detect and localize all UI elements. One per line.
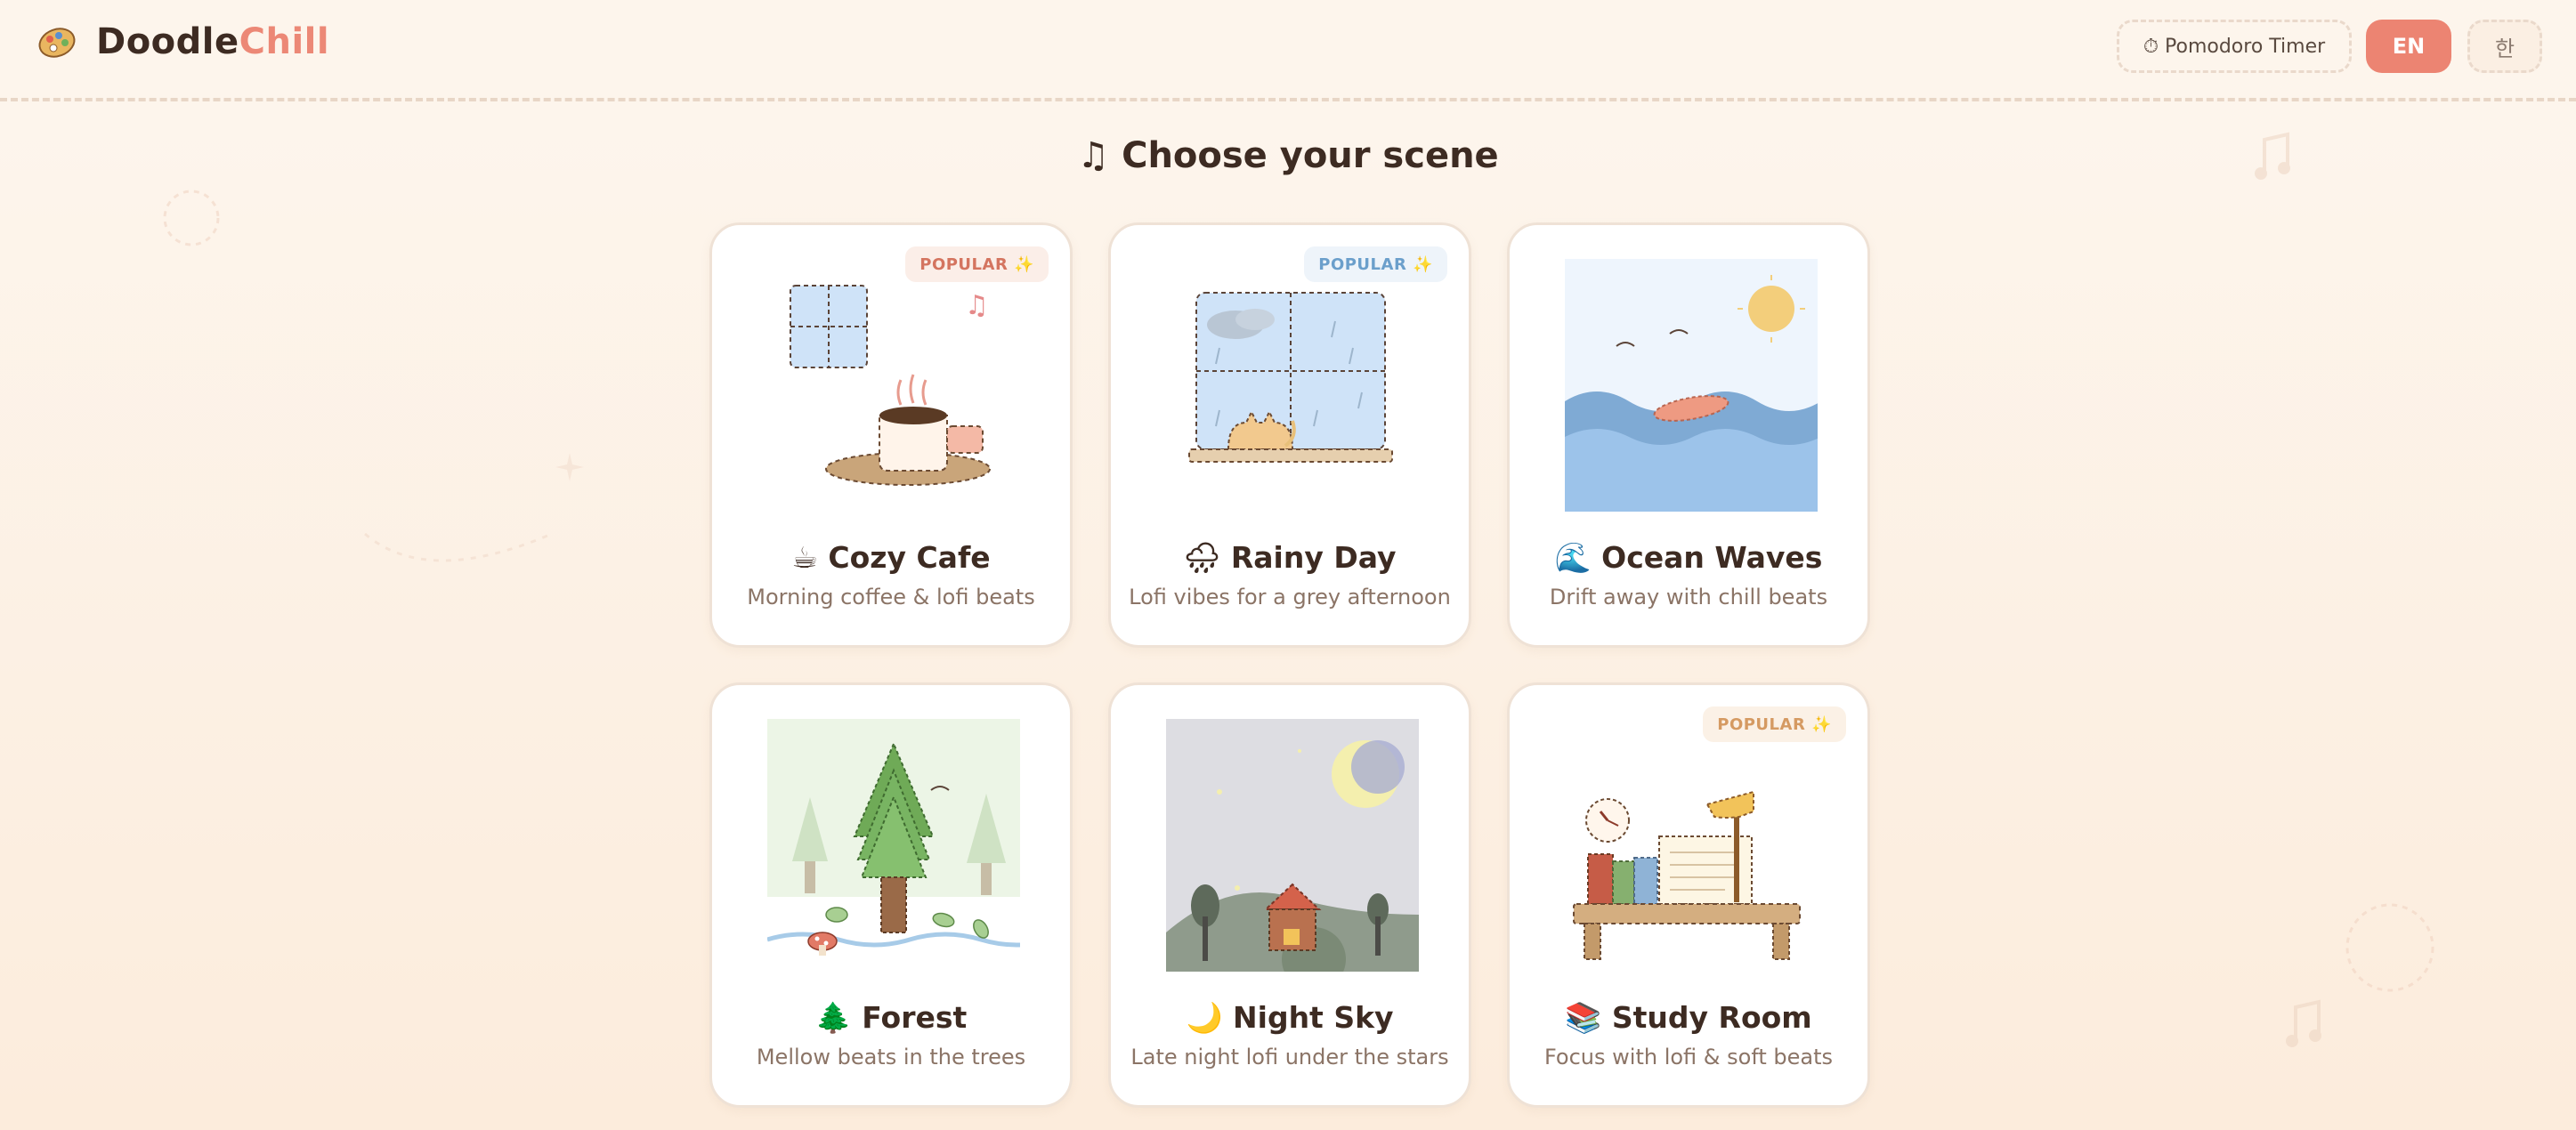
ocean-waves-illustration: [1565, 259, 1818, 512]
logo[interactable]: DoodleChill: [36, 20, 329, 64]
scene-title: 📚 Study Room: [1565, 1000, 1812, 1035]
language-ko-button[interactable]: 한: [2467, 20, 2542, 73]
scene-card-cozy-cafe[interactable]: POPULAR ✨ ♫ ☕ Cozy Cafe Morning coffee &…: [709, 222, 1073, 648]
forest-illustration: [767, 719, 1020, 972]
scene-title: 🌙 Night Sky: [1186, 1000, 1394, 1035]
rainy-day-illustration: [1188, 292, 1393, 463]
logo-text-part1: Doodle: [96, 21, 239, 62]
language-en-button[interactable]: EN: [2366, 20, 2451, 73]
scene-description: Focus with lofi & soft beats: [1543, 1045, 1834, 1069]
decorative-circle-icon: [2345, 903, 2434, 992]
decorative-dashed-curve: [364, 532, 553, 562]
cozy-cafe-illustration: ♫: [790, 285, 991, 486]
scene-description: Lofi vibes for a grey afternoon: [1129, 585, 1451, 609]
logo-text-part2: Chill: [239, 21, 330, 62]
palette-icon: [38, 28, 76, 58]
pomodoro-timer-label: ⏱ Pomodoro Timer: [2143, 35, 2326, 58]
scene-card-rainy-day[interactable]: POPULAR ✨ 🌧 Rainy Day Lofi vibes for a g…: [1108, 222, 1471, 648]
scene-title: 🌊 Ocean Waves: [1554, 540, 1823, 575]
scene-description: Drift away with chill beats: [1549, 585, 1828, 609]
pomodoro-timer-button[interactable]: ⏱ Pomodoro Timer: [2117, 20, 2352, 73]
scene-card-study-room[interactable]: POPULAR ✨ 📚 Study Room Focus with lofi &…: [1507, 682, 1870, 1108]
decorative-circle-icon: [163, 190, 220, 246]
top-bar: DoodleChill ⏱ Pomodoro Timer EN 한: [0, 0, 2576, 101]
logo-text: DoodleChill: [96, 21, 329, 62]
study-room-illustration: [1573, 790, 1801, 960]
scene-card-forest[interactable]: 🌲 Forest Mellow beats in the trees: [709, 682, 1073, 1108]
scene-card-ocean-waves[interactable]: 🌊 Ocean Waves Drift away with chill beat…: [1507, 222, 1870, 648]
scene-title: 🌲 Forest: [814, 1000, 968, 1035]
scene-description: Mellow beats in the trees: [756, 1045, 1026, 1069]
svg-text:♫: ♫: [965, 290, 989, 321]
page-title: ♫ Choose your scene: [1077, 135, 1499, 176]
night-sky-illustration: [1166, 719, 1419, 972]
scene-description: Morning coffee & lofi beats: [747, 585, 1035, 609]
decorative-sparkle-icon: [555, 453, 584, 481]
scene-title: ☕ Cozy Cafe: [791, 540, 991, 575]
decorative-music-note-icon: [2286, 999, 2321, 1047]
scene-card-night-sky[interactable]: 🌙 Night Sky Late night lofi under the st…: [1108, 682, 1471, 1108]
scene-title: 🌧 Rainy Day: [1183, 540, 1397, 575]
scene-description: Late night lofi under the stars: [1130, 1045, 1449, 1069]
